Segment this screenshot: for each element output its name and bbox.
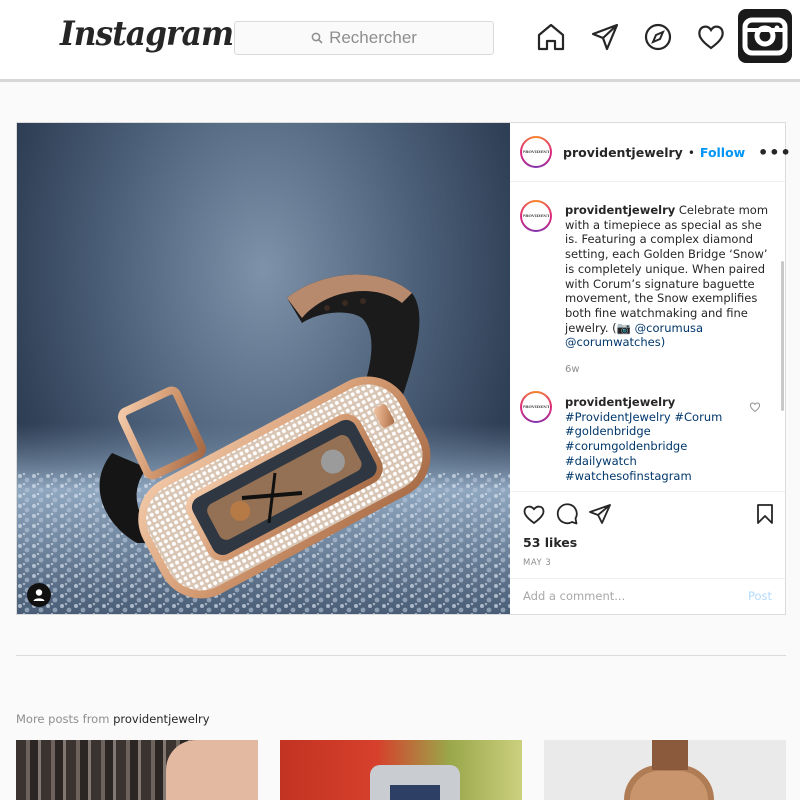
person-icon [33, 589, 45, 601]
more-post-thumbnail[interactable] [16, 740, 258, 800]
hashtag-comment: providentjewelry #ProvidentJewelry #Coru… [565, 395, 770, 483]
more-post-thumbnail[interactable] [544, 740, 786, 800]
provident-logo-mark: PROVIDENT [522, 202, 550, 230]
direct-message-icon[interactable] [590, 22, 620, 52]
more-posts-heading: More posts from providentjewelry [16, 712, 210, 726]
hashtag-line[interactable]: #ProvidentJewelry #Corum [565, 410, 722, 424]
instagram-logo[interactable]: Instagram [60, 14, 234, 54]
post-comment-button[interactable]: Post [748, 589, 772, 603]
comment-username[interactable]: providentjewelry [565, 395, 675, 409]
save-bookmark-icon[interactable] [753, 502, 777, 526]
provident-logo-mark: PROVIDENT [522, 393, 550, 421]
top-navigation-bar: Instagram Rechercher [0, 0, 800, 82]
more-options-button[interactable]: ••• [758, 143, 792, 162]
like-heart-icon[interactable] [522, 502, 546, 526]
post-actions: 53 likes MAY 3 Post [510, 491, 785, 614]
provident-logo-mark: PROVIDENT [522, 138, 550, 166]
comments-list[interactable]: PROVIDENT providentjewelry Celebrate mom… [510, 183, 785, 491]
likes-count[interactable]: 53 likes [523, 535, 577, 550]
hashtag-line[interactable]: #goldenbridge [565, 424, 651, 438]
camera-icon [742, 17, 788, 56]
author-username[interactable]: providentjewelry [563, 145, 683, 160]
share-paper-plane-icon[interactable] [588, 502, 612, 526]
author-avatar[interactable]: PROVIDENT [520, 136, 552, 168]
more-post-thumbnail[interactable] [280, 740, 522, 800]
search-placeholder: Rechercher [329, 28, 417, 47]
post-photo[interactable] [17, 123, 510, 614]
post-header: PROVIDENT providentjewelry • Follow ••• [510, 123, 791, 182]
comments-scrollbar[interactable] [781, 261, 784, 411]
caption-username[interactable]: providentjewelry [565, 203, 675, 217]
home-icon[interactable] [536, 22, 566, 52]
hashtag-line[interactable]: #watchesofinstagram [565, 469, 692, 483]
header-separator: • [687, 146, 695, 160]
follow-button[interactable]: Follow [700, 145, 745, 160]
post-sidebar: PROVIDENT providentjewelry • Follow ••• … [510, 123, 791, 614]
add-comment-input[interactable] [523, 589, 723, 603]
watch-photo-illustration [17, 274, 510, 614]
profile-camera-badge[interactable] [738, 9, 792, 63]
search-icon [311, 32, 323, 44]
caption-author-avatar[interactable]: PROVIDENT [520, 200, 552, 232]
explore-compass-icon[interactable] [643, 22, 673, 52]
more-posts-prefix: More posts from [16, 712, 110, 726]
section-divider [16, 655, 786, 656]
search-box[interactable]: Rechercher [234, 21, 494, 55]
caption-text: providentjewelry Celebrate mom with a ti… [565, 203, 770, 350]
mention-corumwatches[interactable]: @corumwatches) [565, 335, 665, 349]
add-comment-row: Post [510, 578, 785, 615]
tagged-users-button[interactable] [27, 583, 51, 607]
activity-heart-icon[interactable] [696, 22, 726, 52]
hashtag-line[interactable]: #corumgoldenbridge [565, 439, 687, 453]
hashtag-line[interactable]: #dailywatch [565, 454, 637, 468]
post-date: MAY 3 [523, 558, 552, 568]
caption-body: Celebrate mom with a timepiece as specia… [565, 203, 769, 335]
caption-age: 6w [565, 364, 580, 375]
comment-like-heart-icon[interactable] [749, 401, 761, 413]
mention-corumusa[interactable]: @corumusa [635, 321, 703, 335]
post-card: PROVIDENT providentjewelry • Follow ••• … [16, 122, 791, 615]
more-posts-username[interactable]: providentjewelry [113, 712, 209, 726]
comment-author-avatar[interactable]: PROVIDENT [520, 391, 552, 423]
comment-bubble-icon[interactable] [555, 502, 579, 526]
